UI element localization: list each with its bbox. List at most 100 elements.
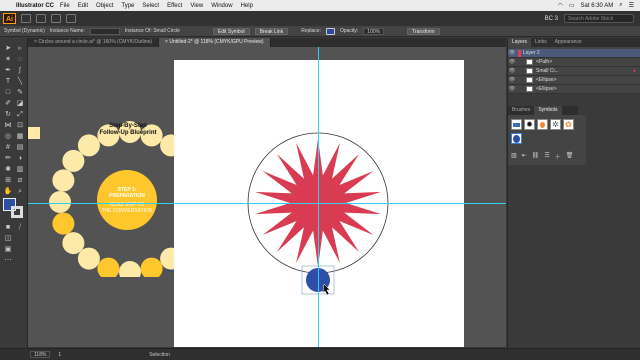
- visibility-icon[interactable]: 👁: [508, 59, 516, 65]
- new-symbol-icon[interactable]: ＋: [555, 152, 561, 161]
- visibility-icon[interactable]: 👁: [508, 68, 516, 74]
- artboard-tool-icon[interactable]: ⊞: [3, 176, 13, 185]
- replace-symbol-swatch[interactable]: [325, 27, 335, 35]
- layer-row[interactable]: 👁 <Ellipse>: [508, 85, 640, 94]
- notification-icon[interactable]: ☰: [629, 2, 634, 9]
- menu-edit[interactable]: Edit: [78, 3, 88, 9]
- page-field[interactable]: 1: [58, 352, 61, 358]
- direct-selection-tool-icon[interactable]: ▹: [15, 44, 25, 53]
- pen-tool-icon[interactable]: ✒: [3, 66, 13, 75]
- tab-layers[interactable]: Layers: [508, 38, 532, 47]
- paintbrush-tool-icon[interactable]: ✎: [15, 88, 25, 97]
- curvature-tool-icon[interactable]: ∫: [15, 66, 25, 75]
- layer-name[interactable]: Small Ci...: [536, 68, 559, 74]
- layer-name[interactable]: <Path>: [536, 59, 552, 65]
- symbol-swatch-gear[interactable]: ✲: [550, 119, 561, 130]
- symbol-swatch-orange[interactable]: [537, 119, 548, 130]
- hand-tool-icon[interactable]: ✋: [3, 187, 13, 196]
- rectangle-tool-icon[interactable]: □: [3, 88, 13, 97]
- slice-tool-icon[interactable]: ⧄: [15, 176, 25, 185]
- horizontal-guide[interactable]: [28, 203, 506, 204]
- menu-type[interactable]: Type: [121, 3, 134, 9]
- scale-tool-icon[interactable]: ⤢: [15, 110, 25, 119]
- search-stock-input[interactable]: Search Adobe Stock: [564, 14, 634, 23]
- shape-builder-tool-icon[interactable]: ◎: [3, 132, 13, 141]
- width-tool-icon[interactable]: ⋈: [3, 121, 13, 130]
- symbol-sprayer-tool-icon[interactable]: ✺: [3, 165, 13, 174]
- drawing-mode-icon[interactable]: ◫: [3, 234, 13, 243]
- app-name[interactable]: Illustrator CC: [16, 3, 54, 9]
- shaper-tool-icon[interactable]: ✐: [3, 99, 13, 108]
- symbol-options-icon[interactable]: ☰: [544, 152, 549, 161]
- symbol-swatch-flower[interactable]: ✿: [563, 119, 574, 130]
- battery-icon[interactable]: ▭: [569, 2, 575, 9]
- layer-name[interactable]: Layer 2: [523, 50, 540, 56]
- layer-row[interactable]: 👁 <Path>: [508, 58, 640, 67]
- menu-effect[interactable]: Effect: [167, 3, 182, 9]
- workspace-switcher[interactable]: BC 3: [545, 16, 558, 22]
- eyedropper-tool-icon[interactable]: ✏: [3, 154, 13, 163]
- menu-object[interactable]: Object: [96, 3, 113, 9]
- symbol-libraries-icon[interactable]: ▥: [511, 152, 517, 161]
- tab-symbols[interactable]: Symbols: [534, 106, 562, 115]
- menu-select[interactable]: Select: [142, 3, 159, 9]
- tab-appearance[interactable]: Appearance: [551, 38, 586, 47]
- screen-mode-icon[interactable]: ▣: [3, 245, 13, 254]
- instance-name-field[interactable]: [89, 27, 120, 35]
- wifi-icon[interactable]: ◠: [558, 2, 563, 9]
- break-link-button[interactable]: Break Link: [254, 27, 289, 35]
- layer-row[interactable]: 👁 Layer 2: [508, 49, 640, 58]
- canvas-area[interactable]: Step-By-Step Follow-Up Blueprint STEP 1:…: [28, 47, 506, 347]
- vertical-guide[interactable]: [318, 47, 319, 347]
- menu-file[interactable]: File: [60, 3, 70, 9]
- symbol-swatch-banner[interactable]: [511, 119, 522, 130]
- zoom-field[interactable]: 118%: [30, 351, 51, 358]
- clock[interactable]: Sat 6:30 AM: [581, 3, 614, 9]
- transform-button[interactable]: Transform: [407, 27, 440, 35]
- tab-brushes[interactable]: Brushes: [508, 106, 534, 115]
- rotate-tool-icon[interactable]: ↻: [3, 110, 13, 119]
- lasso-tool-icon[interactable]: ◌: [15, 55, 25, 64]
- stock-icon[interactable]: [36, 14, 46, 23]
- layer-row[interactable]: 👁 <Ellipse>: [508, 76, 640, 85]
- visibility-icon[interactable]: 👁: [508, 50, 516, 56]
- free-transform-tool-icon[interactable]: ⊡: [15, 121, 25, 130]
- line-tool-icon[interactable]: ╲: [15, 77, 25, 86]
- bridge-icon[interactable]: [21, 14, 31, 23]
- layer-name[interactable]: <Ellipse>: [536, 77, 557, 83]
- tab-links[interactable]: Links: [531, 38, 551, 47]
- type-tool-icon[interactable]: T: [3, 77, 13, 86]
- symbol-swatch-small-circle[interactable]: [511, 133, 522, 144]
- tab-circles-around-circle[interactable]: × Circles around a circle.ai* @ 160% (CM…: [28, 38, 160, 47]
- color-mode-icon[interactable]: ■: [3, 223, 13, 232]
- tab-untitled-2[interactable]: × Untitled-2* @ 118% (CMYK/GPU Preview): [159, 38, 271, 47]
- none-color-icon[interactable]: ⧸: [15, 223, 25, 232]
- selected-indicator-icon[interactable]: ●: [633, 68, 636, 74]
- gradient-tool-icon[interactable]: ▤: [15, 143, 25, 152]
- spotlight-icon[interactable]: ⌕: [619, 2, 622, 9]
- place-symbol-icon[interactable]: ⇤: [522, 152, 527, 161]
- zoom-tool-icon[interactable]: ⌕: [15, 187, 25, 196]
- layer-row[interactable]: 👁 Small Ci... ●: [508, 67, 640, 76]
- menu-window[interactable]: Window: [211, 3, 232, 9]
- send-icon[interactable]: [66, 14, 76, 23]
- arrange-documents-icon[interactable]: [51, 14, 61, 23]
- perspective-grid-tool-icon[interactable]: ▦: [15, 132, 25, 141]
- break-link-icon[interactable]: ⛓: [532, 152, 540, 161]
- visibility-icon[interactable]: 👁: [508, 86, 516, 92]
- graph-tool-icon[interactable]: ▥: [15, 165, 25, 174]
- symbol-swatch-splat[interactable]: ✹: [524, 119, 535, 130]
- eraser-tool-icon[interactable]: ◪: [15, 99, 25, 108]
- menu-view[interactable]: View: [190, 3, 203, 9]
- blueprint-infographic[interactable]: [28, 47, 178, 277]
- menu-help[interactable]: Help: [241, 3, 253, 9]
- edit-toolbar-icon[interactable]: ⋯: [3, 256, 13, 265]
- edit-symbol-button[interactable]: Edit Symbol: [212, 27, 250, 35]
- blend-tool-icon[interactable]: ◑: [15, 154, 25, 163]
- visibility-icon[interactable]: 👁: [508, 77, 516, 83]
- layer-name[interactable]: <Ellipse>: [536, 86, 557, 92]
- delete-symbol-icon[interactable]: 🗑: [566, 152, 574, 161]
- selection-tool-icon[interactable]: ➤: [3, 44, 13, 53]
- mesh-tool-icon[interactable]: #: [3, 143, 13, 152]
- stroke-color-swatch[interactable]: [11, 206, 23, 218]
